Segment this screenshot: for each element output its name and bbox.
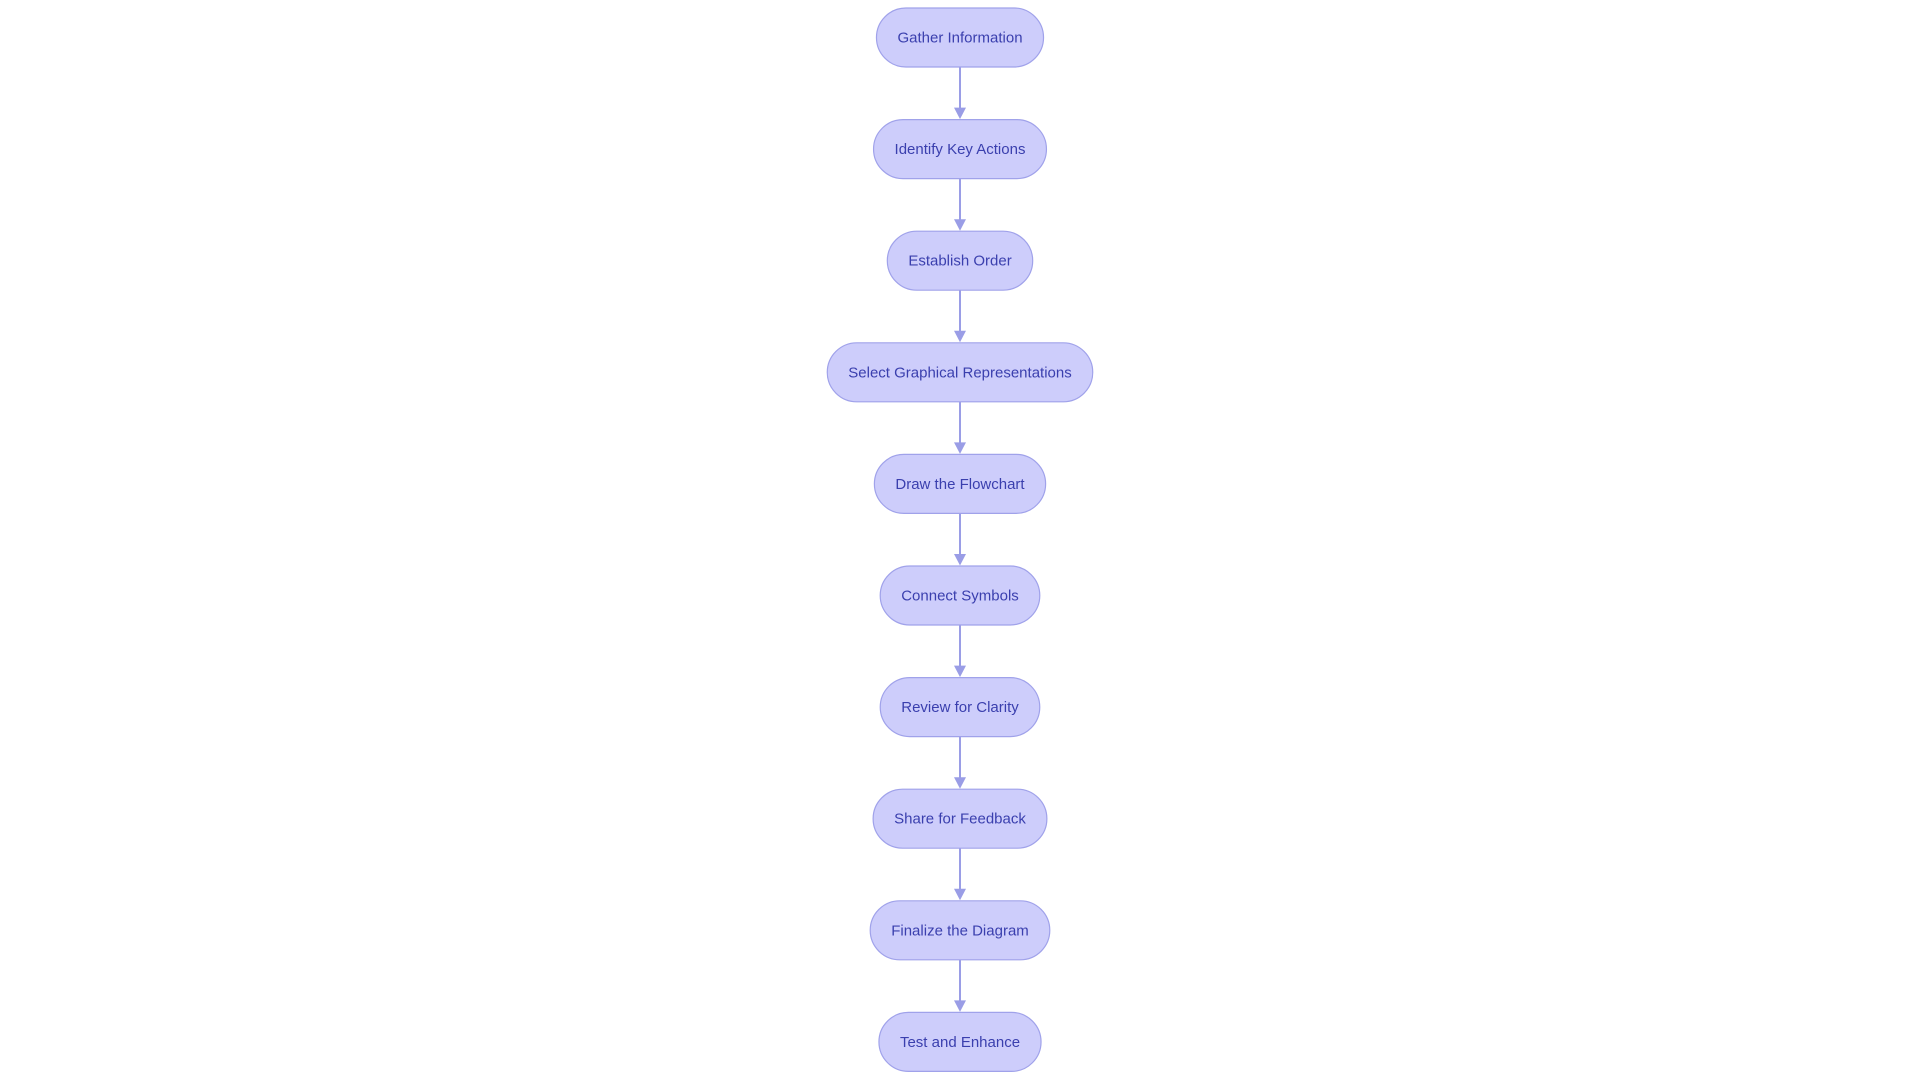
flowchart-edge-n4-n5 — [954, 401, 966, 454]
node-label: Test and Enhance — [900, 1034, 1020, 1051]
node-label: Finalize the Diagram — [891, 922, 1029, 939]
flowchart-node-n2: Identify Key Actions — [872, 118, 1048, 180]
flowchart-edge-n5-n6 — [954, 513, 966, 566]
arrowhead-icon — [954, 665, 966, 678]
arrowhead-icon — [954, 777, 966, 789]
flowchart-edge-n9-n10 — [954, 959, 966, 1012]
arrowhead-icon — [954, 888, 966, 901]
flowchart-node-n3: Establish Order — [886, 230, 1034, 291]
flowchart-node-n1: Gather Information — [875, 7, 1045, 68]
flowchart-edge-n6-n7 — [954, 625, 966, 678]
flowchart-node-n6: Connect Symbols — [879, 565, 1041, 626]
flowchart-node-n9: Finalize the Diagram — [869, 900, 1051, 961]
flowchart-edge-n1-n2 — [954, 67, 966, 120]
flowchart-edge-n3-n4 — [954, 290, 966, 343]
flowchart-node-n8: Share for Feedback — [872, 788, 1048, 849]
flowchart-node-n5: Draw the Flowchart — [873, 453, 1047, 514]
flowchart-diagram: Gather Information Identify Key Actions Es… — [826, 7, 1094, 1073]
node-label: Review for Clarity — [901, 699, 1019, 716]
arrowhead-icon — [954, 219, 966, 231]
node-label: Gather Information — [897, 30, 1022, 47]
arrowhead-icon — [954, 442, 966, 454]
node-label: Draw the Flowchart — [895, 476, 1025, 493]
flowchart-node-n10: Test and Enhance — [878, 1011, 1042, 1073]
flowchart-node-n4: Select Graphical Representations — [826, 342, 1094, 403]
flowchart-node-n7: Review for Clarity — [879, 676, 1041, 738]
node-label: Select Graphical Representations — [848, 364, 1071, 381]
arrowhead-icon — [954, 554, 966, 566]
node-label: Identify Key Actions — [895, 141, 1026, 158]
arrowhead-icon — [954, 330, 966, 343]
arrowhead-icon — [954, 1000, 966, 1012]
flowchart-edge-n7-n8 — [954, 736, 966, 789]
node-label: Connect Symbols — [901, 588, 1019, 605]
arrowhead-icon — [954, 107, 966, 120]
flowchart-edge-n2-n3 — [954, 178, 966, 231]
edges-layer — [954, 67, 966, 1012]
flowchart-edge-n8-n9 — [954, 848, 966, 901]
node-label: Establish Order — [908, 253, 1011, 270]
node-label: Share for Feedback — [894, 811, 1026, 828]
